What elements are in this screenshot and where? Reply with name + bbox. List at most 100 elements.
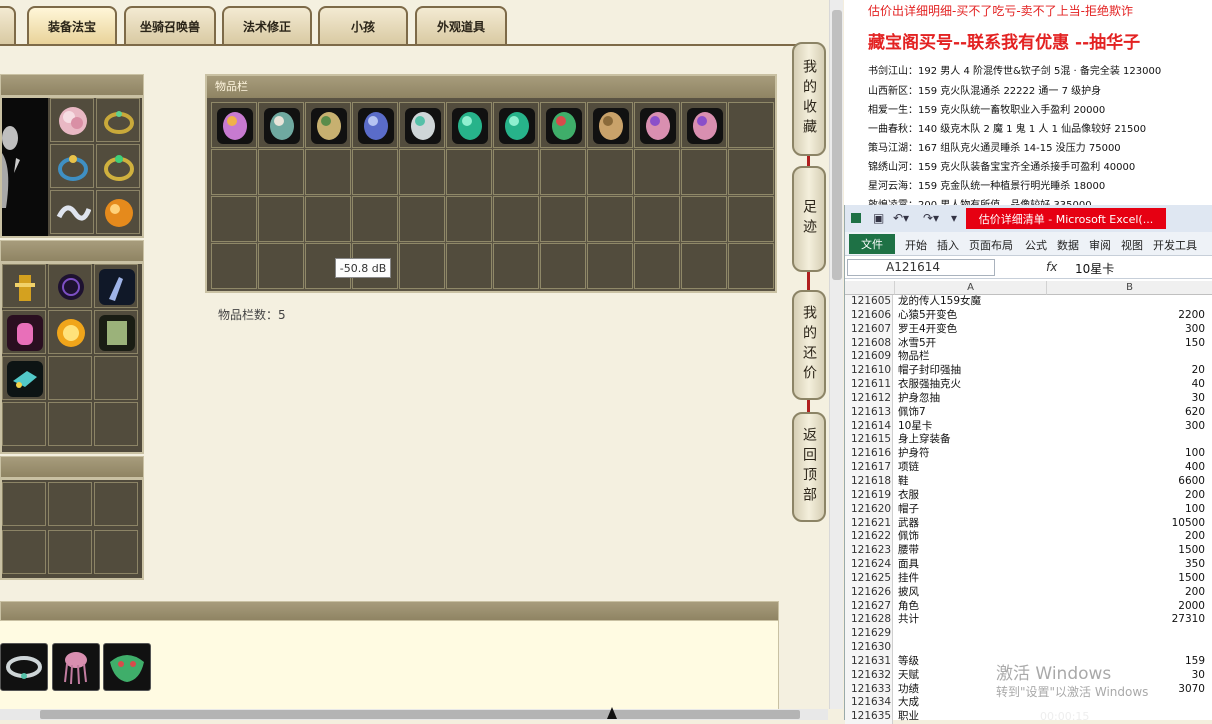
- row-number[interactable]: 121612: [845, 391, 893, 406]
- cell-b[interactable]: 27310: [1048, 613, 1205, 627]
- cell-a[interactable]: 腰带: [898, 544, 919, 558]
- storage-slot[interactable]: [540, 102, 586, 148]
- storage-slot[interactable]: [258, 149, 304, 195]
- cell-a[interactable]: 身上穿装备: [898, 433, 951, 447]
- cell-a[interactable]: 项链: [898, 461, 919, 475]
- row-number[interactable]: 121605: [845, 295, 893, 309]
- row-number[interactable]: 121634: [845, 696, 893, 711]
- row-number[interactable]: 121614: [845, 419, 893, 434]
- tab-child[interactable]: 小孩: [318, 6, 408, 44]
- storage-slot[interactable]: [211, 243, 257, 289]
- page-vertical-scrollbar[interactable]: [829, 0, 843, 709]
- row-number[interactable]: 121626: [845, 585, 893, 600]
- cell-a[interactable]: 衣服: [898, 489, 919, 503]
- equip-slot[interactable]: [96, 144, 140, 188]
- storage-slot[interactable]: [634, 102, 680, 148]
- storage-slot[interactable]: [399, 102, 445, 148]
- cell-b[interactable]: 300: [1048, 420, 1205, 434]
- storage-slot[interactable]: [305, 102, 351, 148]
- storage-slot[interactable]: [258, 243, 304, 289]
- row-number[interactable]: 121616: [845, 447, 893, 462]
- cell-b[interactable]: 150: [1048, 337, 1205, 351]
- storage-slot[interactable]: [305, 196, 351, 242]
- row-number[interactable]: 121627: [845, 599, 893, 614]
- storage-slot[interactable]: [352, 149, 398, 195]
- storage-slot[interactable]: [634, 149, 680, 195]
- tab-page-layout[interactable]: 页面布局: [969, 237, 1013, 253]
- storage-slot[interactable]: [211, 149, 257, 195]
- row-number[interactable]: 121625: [845, 571, 893, 586]
- storage-slot[interactable]: [681, 149, 727, 195]
- storage-slot[interactable]: [211, 196, 257, 242]
- storage-slot[interactable]: [352, 102, 398, 148]
- cell-a[interactable]: 护身忽抽: [898, 392, 940, 406]
- storage-slot[interactable]: [540, 149, 586, 195]
- row-number[interactable]: 121610: [845, 364, 893, 379]
- nav-back-to-top[interactable]: 返回顶部: [792, 412, 826, 522]
- storage-slot[interactable]: [258, 196, 304, 242]
- cell-b[interactable]: 300: [1048, 323, 1205, 337]
- storage-slot[interactable]: [681, 196, 727, 242]
- equip-slot[interactable]: [50, 98, 94, 142]
- cell-b[interactable]: 100: [1048, 503, 1205, 517]
- select-all-corner[interactable]: [845, 281, 895, 295]
- row-number[interactable]: 121607: [845, 322, 893, 337]
- cell-b[interactable]: 1500: [1048, 572, 1205, 586]
- spirit-slot[interactable]: [48, 310, 92, 354]
- row-number[interactable]: 121623: [845, 544, 893, 559]
- nav-my-bids[interactable]: 我的还价: [792, 290, 826, 400]
- storage-slot[interactable]: [399, 243, 445, 289]
- spirit-slot[interactable]: [94, 310, 138, 354]
- row-number[interactable]: 121635: [845, 710, 893, 724]
- cell-b[interactable]: 620: [1048, 406, 1205, 420]
- cell-a[interactable]: 天赋: [898, 669, 919, 683]
- appearance-slot[interactable]: [52, 643, 100, 691]
- storage-slot[interactable]: [681, 102, 727, 148]
- storage-slot[interactable]: [446, 102, 492, 148]
- cell-a[interactable]: 挂件: [898, 572, 919, 586]
- row-number[interactable]: 121606: [845, 308, 893, 323]
- tab-home[interactable]: 开始: [905, 237, 927, 253]
- storage-slot[interactable]: [493, 243, 539, 289]
- row-number[interactable]: 121622: [845, 530, 893, 545]
- row-number[interactable]: 121611: [845, 378, 893, 392]
- tab-insert[interactable]: 插入: [937, 237, 959, 253]
- storage-slot[interactable]: [540, 243, 586, 289]
- tab-mount-summon[interactable]: 坐骑召唤兽: [124, 6, 216, 44]
- cell-a[interactable]: 衣服强抽克火: [898, 378, 961, 392]
- tab-partial[interactable]: [0, 6, 16, 44]
- spirit-slot[interactable]: [48, 264, 92, 308]
- cell-a[interactable]: 大成: [898, 696, 919, 710]
- cell-a[interactable]: 佩饰: [898, 530, 919, 544]
- tab-data[interactable]: 数据: [1057, 237, 1079, 253]
- tab-view[interactable]: 视图: [1121, 237, 1143, 253]
- storage-slot[interactable]: [681, 243, 727, 289]
- cell-b[interactable]: 1500: [1048, 544, 1205, 558]
- cell-a[interactable]: 龙的传人159女魔: [898, 295, 981, 309]
- cell-b[interactable]: 2200: [1048, 309, 1205, 323]
- appearance-slot[interactable]: [103, 643, 151, 691]
- tab-spell-fix[interactable]: 法术修正: [222, 6, 312, 44]
- function-icon[interactable]: fx: [1046, 260, 1057, 274]
- spirit-slot[interactable]: [48, 356, 92, 400]
- cell-a[interactable]: 冰雪5开: [898, 337, 936, 351]
- cell-b[interactable]: 400: [1048, 461, 1205, 475]
- tab-equipment[interactable]: 装备法宝: [27, 6, 117, 44]
- storage-slot[interactable]: [352, 196, 398, 242]
- spirit-slot[interactable]: [94, 264, 138, 308]
- cell-a[interactable]: 鞋: [898, 475, 909, 489]
- page-horizontal-scrollbar[interactable]: [0, 709, 828, 720]
- nav-footprint[interactable]: 足迹: [792, 166, 826, 272]
- row-number[interactable]: 121629: [845, 627, 893, 642]
- cell-a[interactable]: 面具: [898, 558, 919, 572]
- cell-a[interactable]: 共计: [898, 613, 919, 627]
- cell-a[interactable]: 佩饰7: [898, 406, 926, 420]
- cell-a[interactable]: 披风: [898, 586, 919, 600]
- storage-slot[interactable]: [728, 149, 774, 195]
- cell-a[interactable]: 武器: [898, 517, 919, 531]
- formula-input[interactable]: 10星卡: [1075, 260, 1114, 277]
- cell-a[interactable]: 角色: [898, 600, 919, 614]
- storage-slot[interactable]: [493, 196, 539, 242]
- file-tab[interactable]: 文件: [849, 234, 895, 254]
- cell-a[interactable]: 帽子封印强抽: [898, 364, 961, 378]
